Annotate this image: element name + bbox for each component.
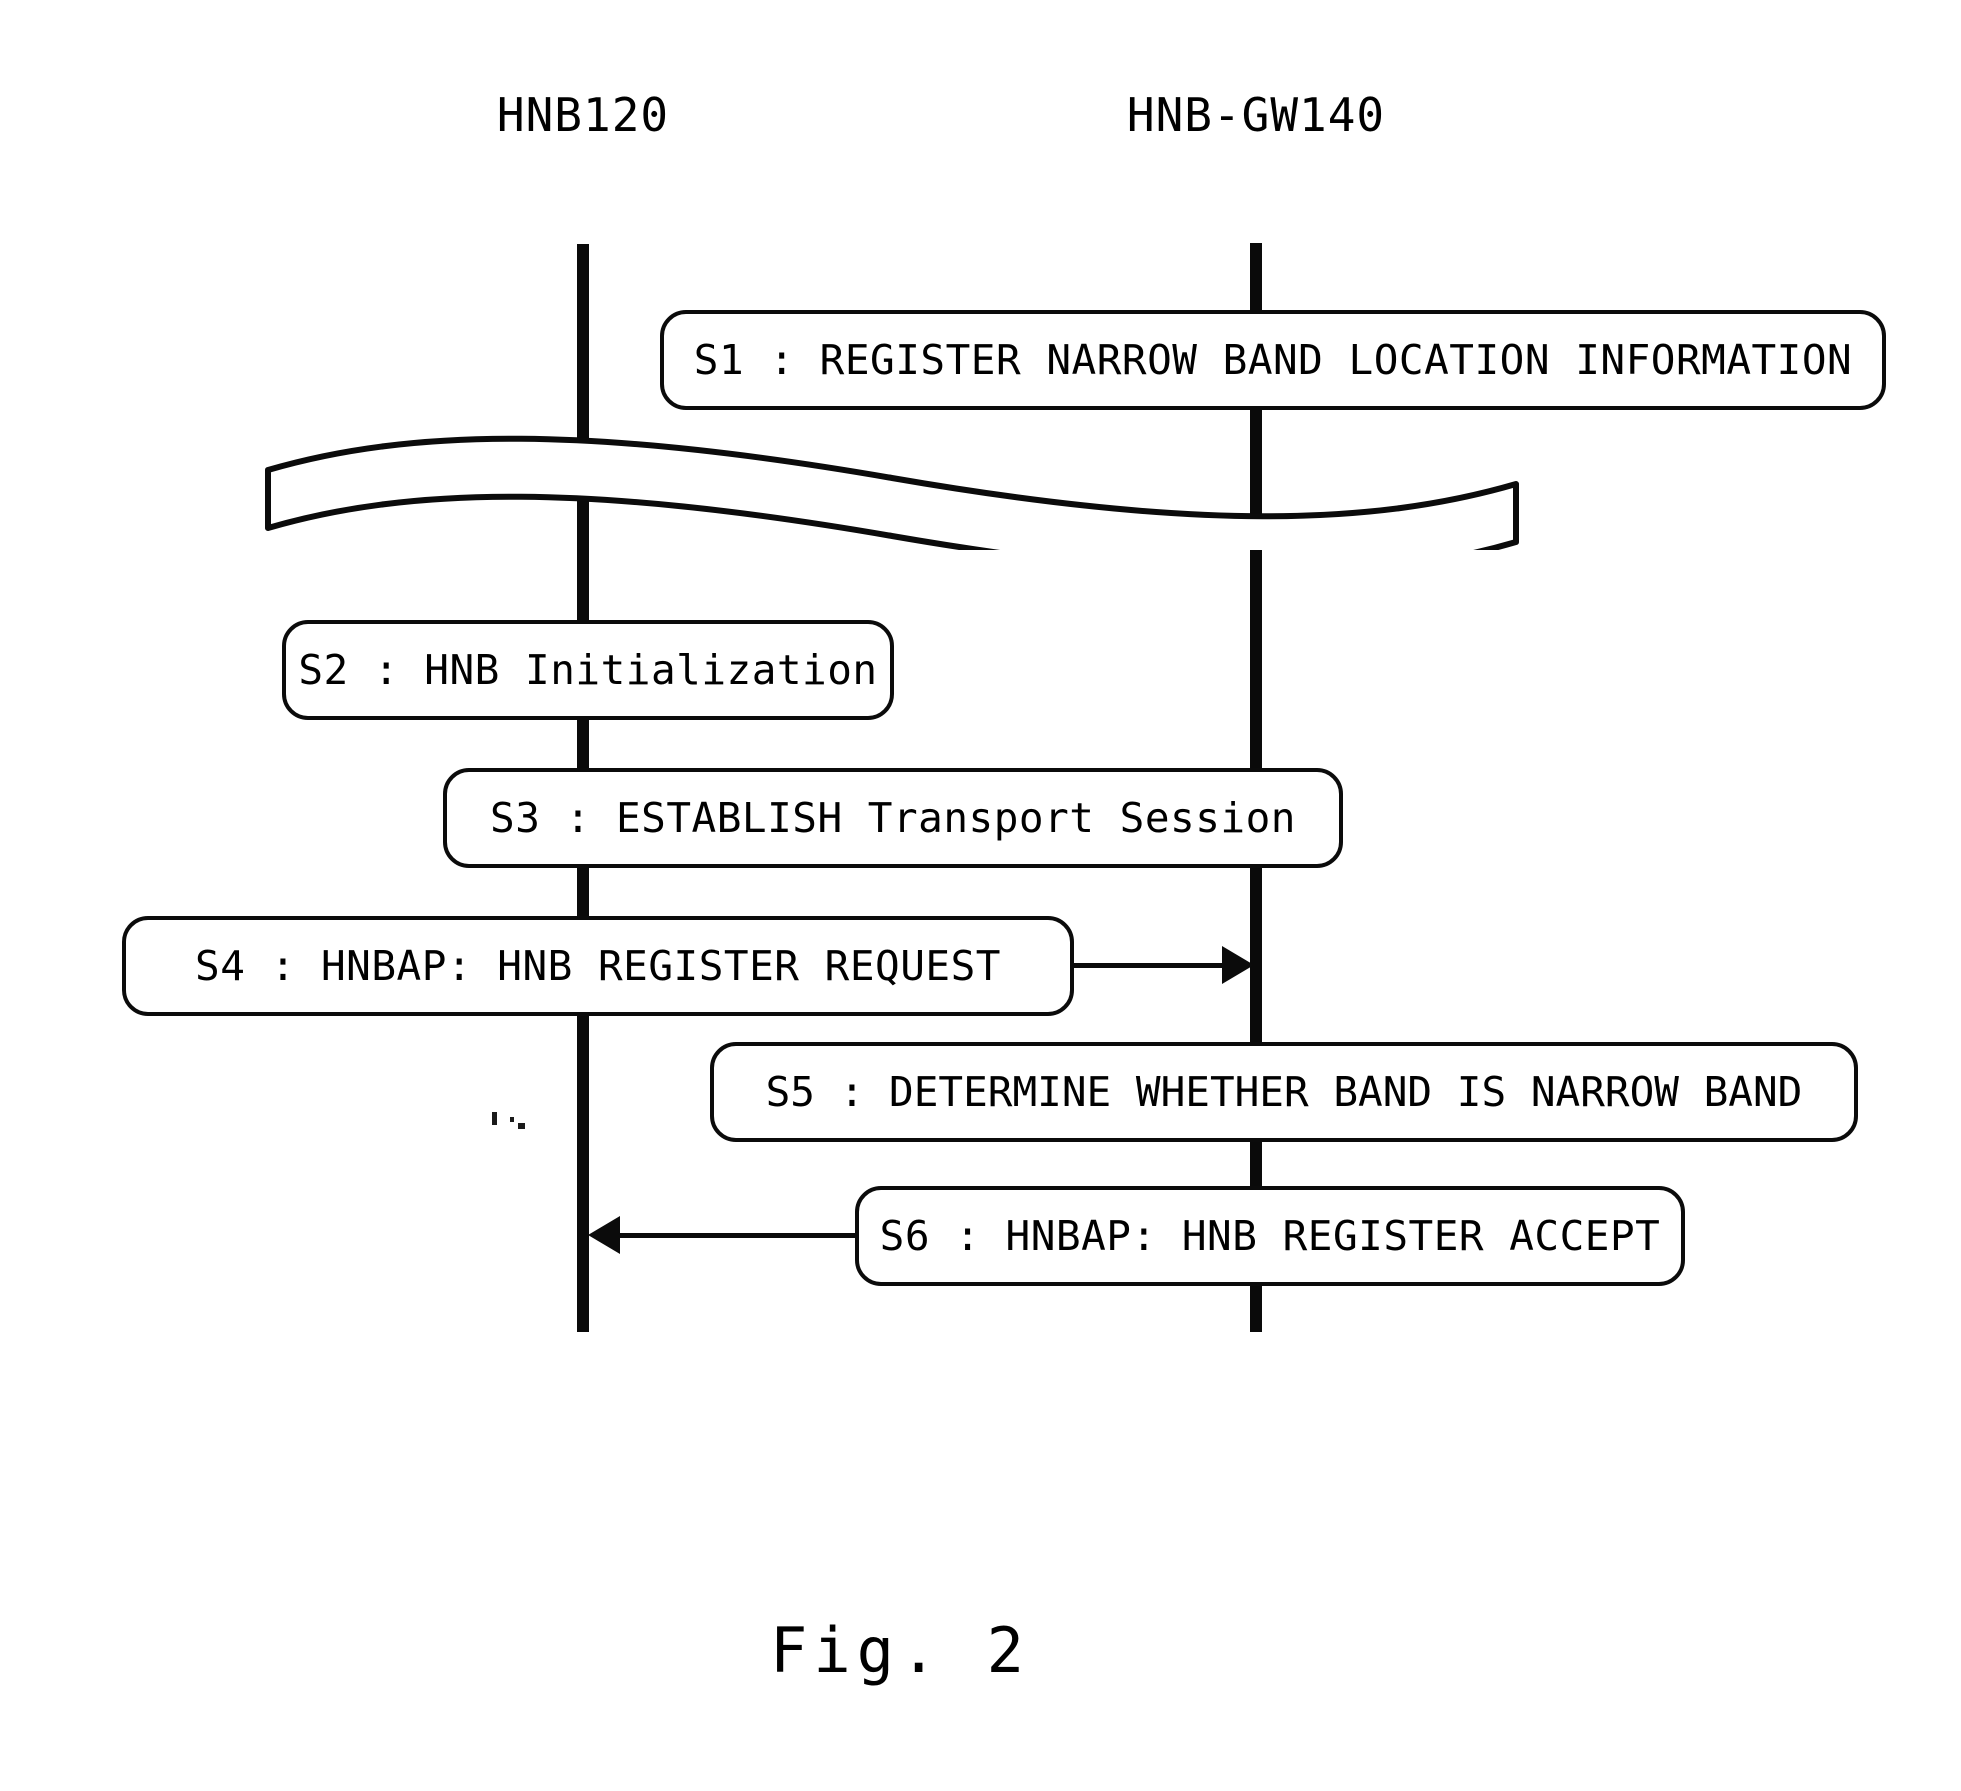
arrow-line-s4: [1074, 963, 1226, 968]
message-box-s3[interactable]: S3 : ESTABLISH Transport Session: [443, 768, 1343, 868]
message-box-s6[interactable]: S6 : HNBAP: HNB REGISTER ACCEPT: [855, 1186, 1685, 1286]
lane-header-hnb: HNB120: [496, 88, 670, 142]
lane-header-hnb-gw: HNB-GW140: [1126, 88, 1386, 142]
arrow-line-s6: [620, 1233, 856, 1238]
scan-speck: [510, 1117, 514, 1122]
wavy-page-break-icon: [265, 435, 1519, 550]
message-label-s4: S4 : HNBAP: HNB REGISTER REQUEST: [195, 941, 1001, 990]
message-label-s3: S3 : ESTABLISH Transport Session: [490, 793, 1296, 842]
arrow-head-left-s6-icon: [588, 1216, 620, 1254]
figure-caption: Fig. 2: [770, 1614, 1030, 1687]
message-box-s4[interactable]: S4 : HNBAP: HNB REGISTER REQUEST: [122, 916, 1074, 1016]
message-box-s1[interactable]: S1 : REGISTER NARROW BAND LOCATION INFOR…: [660, 310, 1886, 410]
message-label-s6: S6 : HNBAP: HNB REGISTER ACCEPT: [879, 1211, 1661, 1260]
message-box-s5[interactable]: S5 : DETERMINE WHETHER BAND IS NARROW BA…: [710, 1042, 1858, 1142]
message-label-s5: S5 : DETERMINE WHETHER BAND IS NARROW BA…: [765, 1067, 1803, 1116]
message-label-s1: S1 : REGISTER NARROW BAND LOCATION INFOR…: [693, 335, 1853, 384]
arrow-head-right-s4-icon: [1222, 946, 1254, 984]
message-label-s2: S2 : HNB Initialization: [298, 645, 878, 694]
figure-root: HNB120 HNB-GW140 S1 : REGISTER NARROW BA…: [0, 0, 1961, 1791]
message-box-s2[interactable]: S2 : HNB Initialization: [282, 620, 894, 720]
scan-speck: [518, 1123, 525, 1129]
scan-speck: [492, 1112, 497, 1125]
